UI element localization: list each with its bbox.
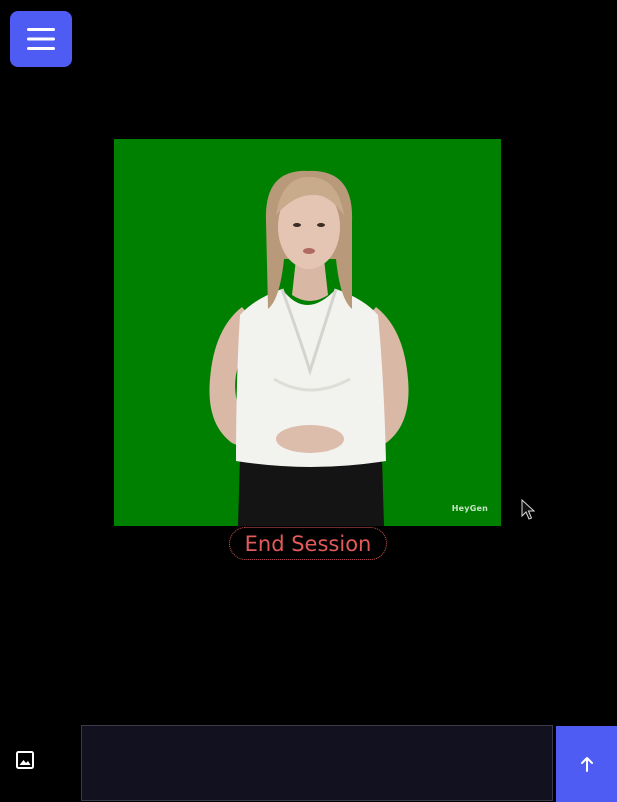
mouse-cursor-icon [521, 499, 535, 520]
heygen-watermark: HeyGen [451, 504, 488, 513]
chat-input[interactable] [81, 725, 553, 801]
image-upload-button[interactable] [14, 749, 36, 771]
avatar-figure [209, 170, 409, 526]
app-page: HeyGen End Session [0, 0, 617, 802]
avatar-video: HeyGen [114, 139, 501, 526]
end-session-button[interactable]: End Session [229, 527, 387, 560]
image-icon [16, 751, 34, 769]
menu-button[interactable] [10, 11, 72, 67]
hamburger-menu-icon [27, 28, 55, 50]
arrow-up-icon [580, 757, 593, 772]
send-button[interactable] [556, 726, 617, 802]
